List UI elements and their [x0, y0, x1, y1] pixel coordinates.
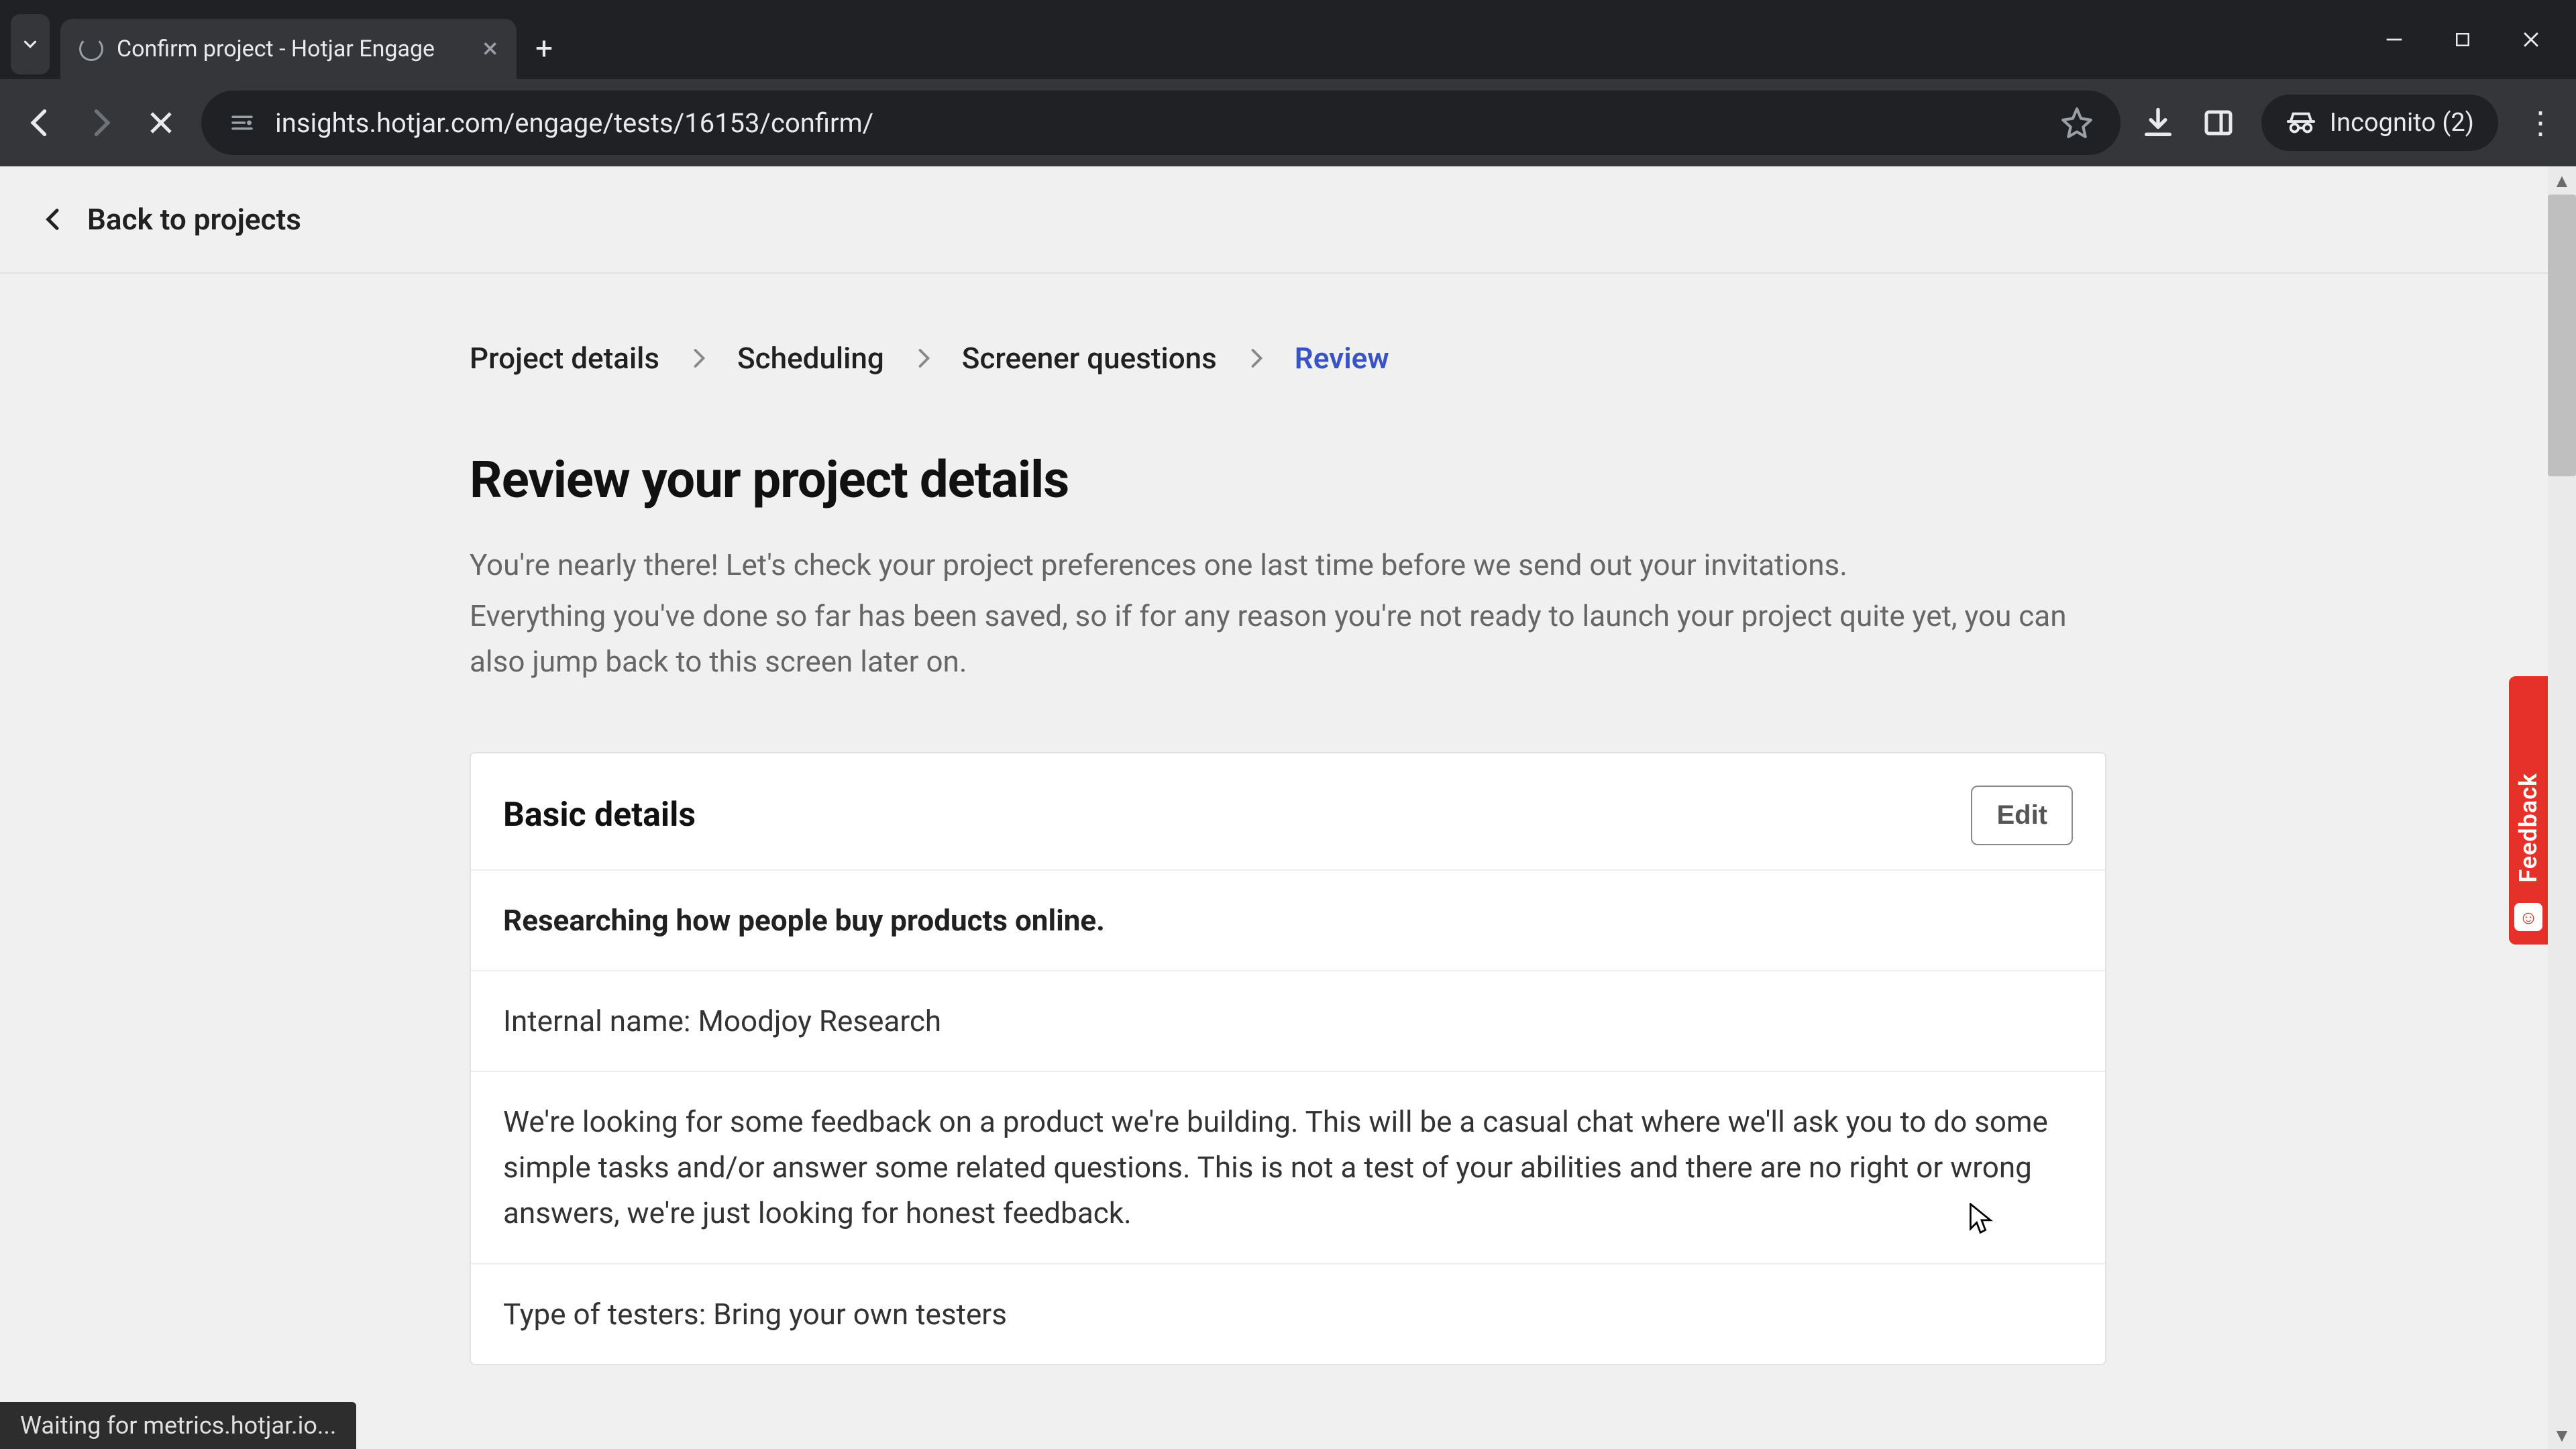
incognito-icon: [2286, 107, 2316, 138]
back-to-projects-label: Back to projects: [87, 202, 301, 237]
forward-button[interactable]: [80, 103, 121, 143]
close-window-icon[interactable]: [2520, 28, 2542, 51]
tab-strip: Confirm project - Hotjar Engage × +: [0, 0, 553, 79]
tester-type-row: Type of testers: Bring your own testers: [471, 1263, 2105, 1364]
chevron-down-icon: [20, 34, 40, 54]
crumb-review[interactable]: Review: [1295, 341, 1389, 376]
close-icon[interactable]: ×: [483, 35, 498, 63]
site-settings-icon[interactable]: [228, 109, 256, 137]
incognito-label: Incognito (2): [2330, 108, 2474, 138]
side-panel-icon[interactable]: [2202, 107, 2235, 139]
back-button[interactable]: [20, 103, 60, 143]
card-header: Basic details Edit: [471, 753, 2105, 869]
page-viewport: Back to projects Project details Schedul…: [0, 166, 2576, 1449]
url-text: insights.hotjar.com/engage/tests/16153/c…: [275, 107, 2041, 139]
back-to-projects-bar[interactable]: Back to projects: [0, 166, 2576, 274]
menu-icon[interactable]: ⋮: [2525, 105, 2556, 142]
tab-title: Confirm project - Hotjar Engage: [117, 36, 470, 62]
main-content: Project details Scheduling Screener ques…: [0, 274, 2576, 1365]
smile-icon: ☺: [2514, 903, 2542, 931]
basic-details-card: Basic details Edit Researching how peopl…: [470, 752, 2106, 1365]
description-row: We're looking for some feedback on a pro…: [471, 1071, 2105, 1263]
browser-tab[interactable]: Confirm project - Hotjar Engage ×: [60, 19, 517, 79]
address-bar[interactable]: insights.hotjar.com/engage/tests/16153/c…: [201, 91, 2121, 155]
feedback-tab[interactable]: Feedback ☺: [2509, 676, 2548, 945]
toolbar-actions: Incognito (2) ⋮: [2141, 95, 2556, 151]
stop-loading-button[interactable]: [141, 103, 181, 143]
internal-name-row: Internal name: Moodjoy Research: [471, 970, 2105, 1071]
minimize-icon[interactable]: [2383, 28, 2406, 51]
chevron-right-icon: [1244, 346, 1268, 370]
page-title: Review your project details: [470, 449, 2106, 510]
loading-spinner-icon: [79, 37, 103, 61]
bookmark-star-icon[interactable]: [2060, 106, 2094, 140]
chevron-right-icon: [911, 346, 935, 370]
new-tab-button[interactable]: +: [535, 19, 553, 79]
scrollbar-thumb[interactable]: [2548, 195, 2576, 476]
browser-titlebar: Confirm project - Hotjar Engage × +: [0, 0, 2576, 79]
crumb-project-details[interactable]: Project details: [470, 341, 659, 376]
crumb-scheduling[interactable]: Scheduling: [737, 341, 884, 376]
browser-toolbar: insights.hotjar.com/engage/tests/16153/c…: [0, 79, 2576, 166]
edit-button[interactable]: Edit: [1971, 786, 2073, 845]
window-controls: [2383, 0, 2576, 79]
chevron-right-icon: [686, 346, 710, 370]
incognito-indicator[interactable]: Incognito (2): [2261, 95, 2498, 151]
project-title-row: Researching how people buy products onli…: [471, 869, 2105, 970]
basic-details-title: Basic details: [503, 796, 696, 835]
wizard-breadcrumb: Project details Scheduling Screener ques…: [470, 341, 2106, 376]
crumb-screener-questions[interactable]: Screener questions: [962, 341, 1217, 376]
scroll-down-icon[interactable]: ▼: [2548, 1421, 2576, 1449]
status-bar: Waiting for metrics.hotjar.io...: [0, 1402, 356, 1449]
scroll-up-icon[interactable]: ▲: [2548, 166, 2576, 195]
downloads-icon[interactable]: [2141, 105, 2176, 140]
feedback-label: Feedback: [2514, 773, 2542, 883]
chevron-left-icon: [40, 206, 67, 233]
intro-line-1: You're nearly there! Let's check your pr…: [470, 542, 2080, 588]
tab-search-dropdown[interactable]: [11, 14, 50, 74]
maximize-icon[interactable]: [2453, 30, 2473, 50]
intro-line-2: Everything you've done so far has been s…: [470, 593, 2080, 684]
